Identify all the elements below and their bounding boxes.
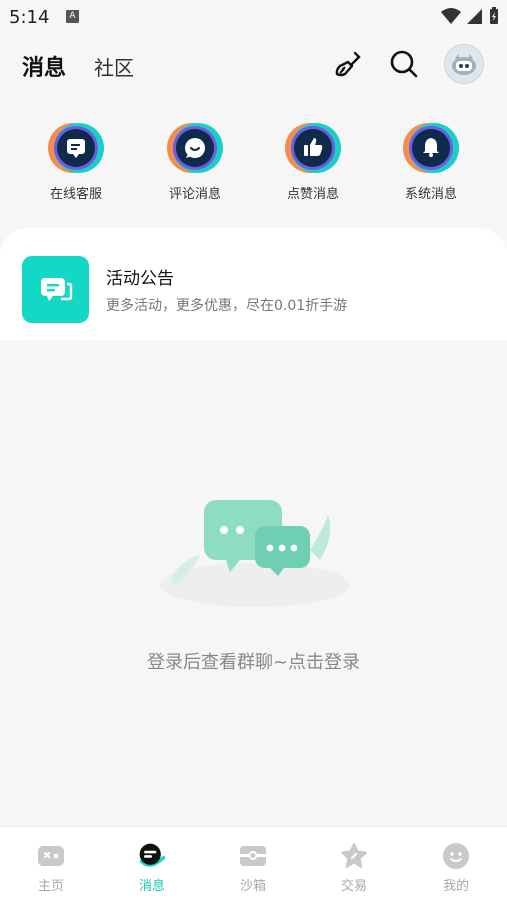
robot-avatar-icon [452, 54, 476, 75]
quick-item-likes[interactable]: 点赞消息 [268, 118, 358, 202]
nav-label: 主页 [37, 879, 64, 894]
tab-messages[interactable]: 消息 [22, 50, 66, 82]
nav-label: 沙箱 [239, 879, 266, 894]
profile-smiley-icon [441, 841, 471, 871]
header: 消息 社区 [0, 34, 507, 94]
quick-label: 在线客服 [49, 187, 102, 202]
customer-service-icon [67, 139, 85, 158]
quick-label: 评论消息 [168, 187, 221, 202]
announcement-icon [22, 256, 89, 323]
nav-trade[interactable]: 交易 [304, 841, 404, 894]
messages-icon [137, 841, 167, 871]
battery-icon [490, 7, 498, 24]
nav-label: 交易 [340, 879, 367, 894]
thumbs-up-icon [304, 138, 323, 156]
trade-star-icon [339, 841, 369, 871]
quick-item-comments[interactable]: 评论消息 [150, 118, 240, 202]
nav-messages[interactable]: 消息 [102, 841, 202, 894]
nav-home[interactable]: 主页 [1, 841, 101, 894]
sandbox-icon [238, 841, 268, 871]
login-to-view-link[interactable]: 登录后查看群聊~点击登录 [0, 648, 507, 674]
nav-profile[interactable]: 我的 [406, 841, 506, 894]
search-icon[interactable] [388, 48, 420, 80]
nav-label: 消息 [138, 879, 165, 894]
bottom-nav: 主页 消息 沙箱 交易 我的 [0, 826, 507, 903]
quick-item-system[interactable]: 系统消息 [386, 118, 476, 202]
notice-subtitle: 更多活动，更多优惠，尽在0.01折手游 [106, 298, 348, 314]
status-time: 5:14 [9, 7, 50, 28]
tab-community[interactable]: 社区 [94, 52, 134, 81]
home-gamepad-icon [36, 841, 66, 871]
nav-sandbox[interactable]: 沙箱 [203, 841, 303, 894]
status-icons [441, 7, 499, 25]
bell-icon [423, 138, 439, 157]
cell-signal-icon [467, 9, 482, 24]
notice-title: 活动公告 [106, 269, 174, 289]
avatar[interactable] [444, 44, 484, 84]
quick-actions: 在线客服 评论消息 点赞消息 系统消息 [0, 118, 507, 208]
quick-item-customer-service[interactable]: 在线客服 [31, 118, 121, 202]
notification-a-icon: A [66, 10, 79, 23]
broom-icon[interactable] [332, 48, 364, 80]
wifi-icon [441, 8, 461, 24]
empty-chat-illustration [160, 490, 350, 610]
status-bar: 5:14 A [0, 0, 507, 34]
comment-icon [185, 138, 205, 158]
nav-label: 我的 [442, 879, 469, 894]
notice-panel[interactable]: 活动公告 更多活动，更多优惠，尽在0.01折手游 [0, 228, 507, 340]
quick-label: 系统消息 [404, 187, 457, 202]
quick-label: 点赞消息 [286, 187, 339, 202]
